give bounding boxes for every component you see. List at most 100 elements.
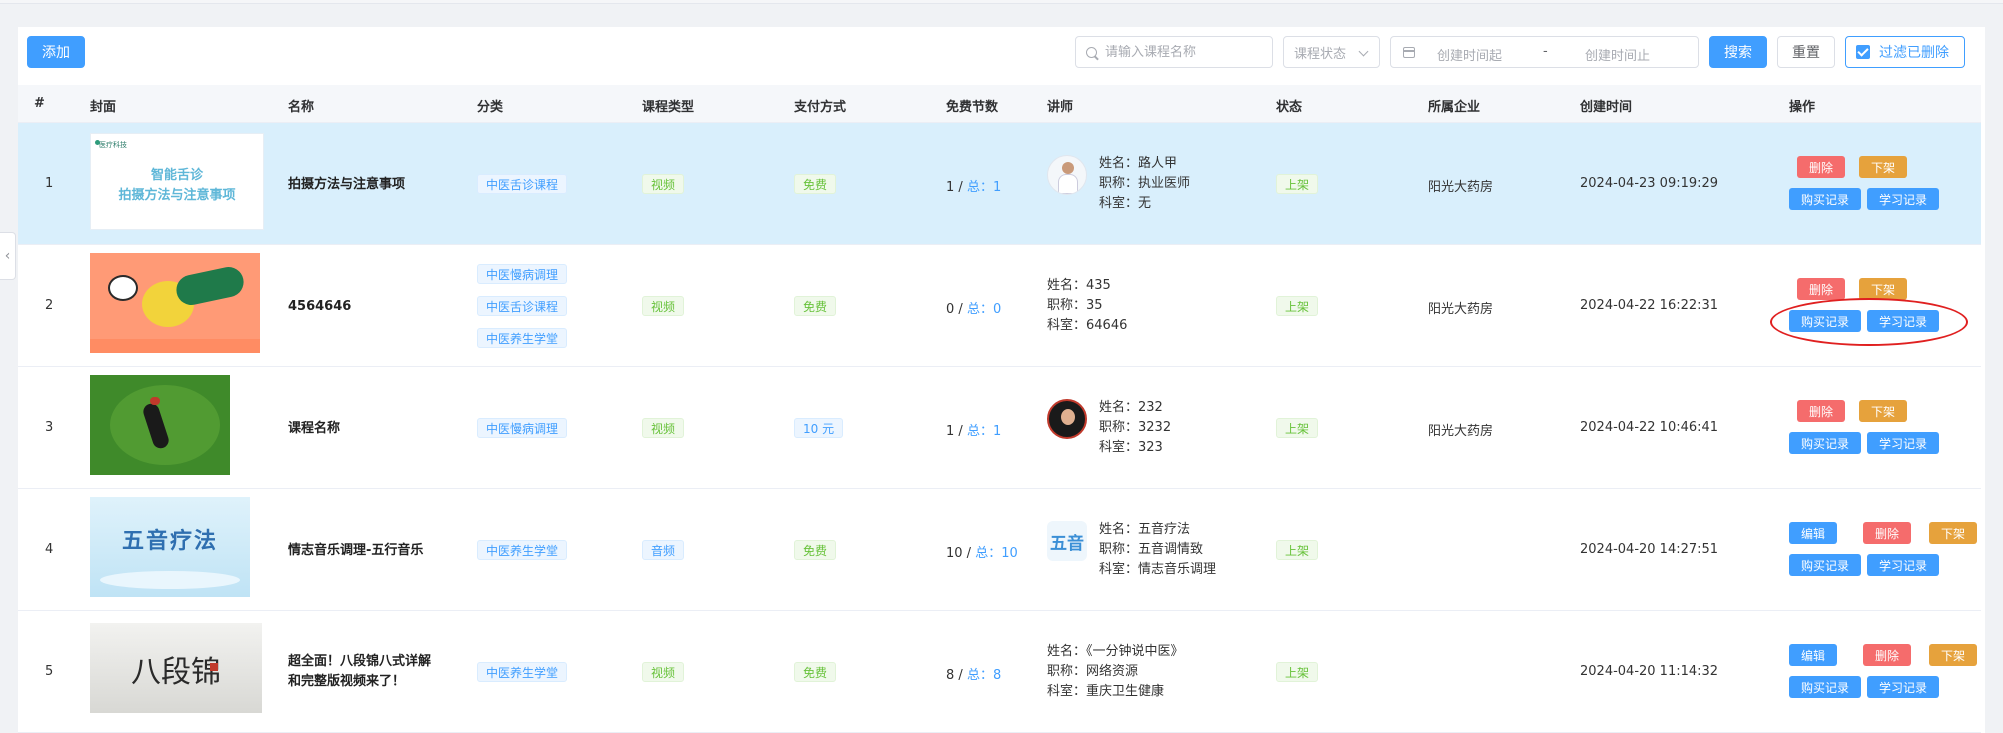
col-lecturer: 讲师 (1047, 100, 1074, 115)
col-index: # (34, 96, 45, 111)
col-course-type: 课程类型 (642, 100, 695, 115)
lecturer-avatar: 五音 (1047, 521, 1087, 561)
study-records-button[interactable]: 学习记录 (1867, 554, 1939, 576)
created-time: 2024-04-23 09:19:29 (1580, 176, 1719, 191)
cover-subtitle: 拍摄方法与注意事项 (118, 188, 236, 203)
col-free-count: 免费节数 (946, 100, 999, 115)
total-label: 总： (966, 668, 993, 683)
total-label: 总： (975, 546, 1002, 561)
cover-title: 八段锦 (131, 655, 221, 690)
lecturer-title-label: 职称： (1099, 420, 1139, 435)
lecturer-title-label: 职称： (1047, 298, 1087, 313)
study-records-button[interactable]: 学习记录 (1867, 432, 1939, 454)
enterprise: 阳光大药房 (1428, 302, 1494, 317)
course-name: 超全面！八段锦八式详解 和完整版视频来了！ (288, 652, 458, 692)
lecturer-name: 232 (1138, 400, 1163, 415)
total-value: 1 (992, 424, 1002, 439)
add-button[interactable]: 添加 (27, 36, 85, 68)
edit-button[interactable]: 编辑 (1789, 522, 1837, 544)
purchase-records-button[interactable]: 购买记录 (1789, 554, 1861, 576)
lecturer-name: 435 (1086, 278, 1111, 293)
col-enterprise: 所属企业 (1428, 100, 1481, 115)
unpublish-button[interactable]: 下架 (1859, 278, 1907, 300)
lecturer-title: 35 (1086, 298, 1103, 313)
annotation-circle (1770, 298, 1968, 346)
course-search[interactable] (1075, 36, 1273, 68)
category-tag: 中医养生学堂 (477, 662, 568, 682)
payment-tag: 免费 (794, 174, 837, 194)
total-value: 0 (992, 302, 1002, 317)
course-status-select[interactable]: 课程状态 (1283, 36, 1380, 68)
unpublish-button[interactable]: 下架 (1859, 156, 1907, 178)
course-type-tag: 视频 (642, 418, 685, 438)
cover-seal (210, 663, 218, 671)
edit-button[interactable]: 编辑 (1789, 644, 1837, 666)
course-name: 4564646 (288, 299, 352, 314)
total-value: 1 (992, 180, 1002, 195)
row-index: 1 (45, 176, 54, 191)
lecturer-info: 姓名：232 职称：3232 科室：323 (1099, 398, 1171, 458)
delete-button[interactable]: 删除 (1797, 156, 1845, 178)
purchase-records-button[interactable]: 购买记录 (1789, 676, 1861, 698)
sidebar-collapse-handle[interactable]: ‹ (0, 232, 16, 280)
date-end-input[interactable]: 创建时间止 (1585, 45, 1650, 64)
lecturer-title: 3232 (1138, 420, 1172, 435)
unpublish-button[interactable]: 下架 (1929, 644, 1977, 666)
purchase-records-button[interactable]: 购买记录 (1789, 188, 1861, 210)
chevron-left-icon: ‹ (4, 248, 11, 264)
date-separator: - (1543, 44, 1548, 59)
unpublish-button[interactable]: 下架 (1859, 400, 1907, 422)
lecturer-title-label: 职称： (1099, 542, 1139, 557)
lecturer-title-label: 职称： (1099, 176, 1139, 191)
course-cover-image: 五音疗法 (90, 497, 250, 597)
chevron-down-icon (1358, 46, 1369, 57)
course-type-tag: 视频 (642, 296, 685, 316)
unpublish-button[interactable]: 下架 (1929, 522, 1977, 544)
col-category: 分类 (477, 100, 504, 115)
total-value: 8 (992, 668, 1002, 683)
col-cover: 封面 (90, 100, 117, 115)
enterprise: 阳光大药房 (1428, 180, 1494, 195)
payment-tag: 免费 (794, 296, 837, 316)
free-count: 1 / 总：1 (946, 180, 1002, 195)
lecturer-info: 姓名：435 职称：35 科室：64646 (1047, 276, 1127, 336)
payment-tag: 10 元 (794, 418, 844, 438)
leaf-icon (95, 140, 100, 145)
lecturer-dept-label: 科室： (1099, 562, 1139, 577)
lecturer-dept: 无 (1138, 196, 1152, 211)
delete-button[interactable]: 删除 (1863, 644, 1911, 666)
delete-button[interactable]: 删除 (1797, 400, 1845, 422)
date-start-input[interactable]: 创建时间起 (1437, 45, 1502, 64)
study-records-button[interactable]: 学习记录 (1867, 188, 1939, 210)
reset-button[interactable]: 重置 (1777, 36, 1835, 68)
cover-floor (90, 339, 260, 353)
avatar-face (1061, 409, 1075, 425)
delete-button[interactable]: 删除 (1863, 522, 1911, 544)
delete-button[interactable]: 删除 (1797, 278, 1845, 300)
free-count: 0 / 总：0 (946, 302, 1002, 317)
created-date-range[interactable]: 创建时间起 - 创建时间止 (1390, 36, 1699, 68)
lecturer-name: 《一分钟说中医》 (1086, 644, 1184, 659)
filter-deleted-toggle[interactable]: 过滤已删除 (1845, 36, 1965, 68)
lecturer-dept: 重庆卫生健康 (1086, 684, 1165, 699)
enterprise: 阳光大药房 (1428, 424, 1494, 439)
status-badge: 上架 (1276, 174, 1319, 194)
cover-title: 智能舌诊 (150, 168, 203, 183)
lecturer-info: 姓名：《一分钟说中医》 职称：网络资源 科室：重庆卫生健康 (1047, 642, 1184, 702)
lecturer-dept: 情志音乐调理 (1138, 562, 1217, 577)
purchase-records-button[interactable]: 购买记录 (1789, 432, 1861, 454)
table-row: 1 医疗科技 智能舌诊 拍摄方法与注意事项 拍摄方法与注意事项 中医舌诊课程 视… (18, 123, 1981, 245)
search-icon (1086, 46, 1097, 58)
search-button[interactable]: 搜索 (1709, 36, 1767, 68)
avatar-head (1062, 162, 1074, 174)
table-header: # 封面 名称 分类 课程类型 支付方式 免费节数 讲师 状态 所属企业 创建时… (18, 85, 1981, 123)
free-count: 1 / 总：1 (946, 424, 1002, 439)
study-records-button[interactable]: 学习记录 (1867, 676, 1939, 698)
calendar-icon (1403, 47, 1415, 58)
lecturer-dept-label: 科室： (1099, 440, 1139, 455)
cover-cloud (100, 571, 240, 589)
course-name-input[interactable] (1105, 44, 1255, 60)
top-border (0, 0, 2003, 4)
course-type-tag: 视频 (642, 174, 685, 194)
category-tag: 中医慢病调理 (477, 264, 568, 284)
